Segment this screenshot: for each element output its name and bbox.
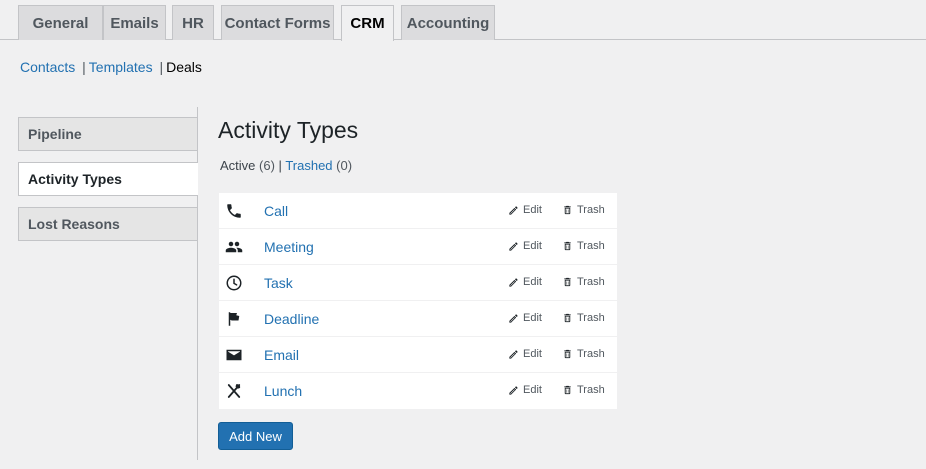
filter-trashed-count: (0)	[336, 158, 353, 173]
flag-icon	[225, 310, 243, 328]
activity-name-link[interactable]: Deadline	[264, 311, 319, 327]
edit-button[interactable]: Edit	[508, 348, 542, 360]
side-item-activity-types[interactable]: Activity Types	[18, 162, 198, 196]
edit-label: Edit	[523, 384, 542, 396]
tab-accounting[interactable]: Accounting	[401, 5, 495, 40]
activity-name-link[interactable]: Meeting	[264, 239, 314, 255]
tab-general[interactable]: General	[18, 5, 103, 40]
activity-name-link[interactable]: Call	[264, 203, 288, 219]
trash-label: Trash	[577, 276, 605, 288]
trash-button[interactable]: Trash	[562, 348, 605, 360]
activity-name-link[interactable]: Email	[264, 347, 299, 363]
utensils-icon	[225, 382, 243, 400]
trash-button[interactable]: Trash	[562, 240, 605, 252]
edit-label: Edit	[523, 312, 542, 324]
list-item: Task Edit Trash	[219, 265, 617, 301]
list-item: Call Edit Trash	[219, 193, 617, 229]
pencil-icon	[509, 313, 518, 323]
trash-button[interactable]: Trash	[562, 312, 605, 324]
trash-icon	[564, 241, 571, 251]
status-filters: Active (6) | Trashed (0)	[220, 158, 352, 173]
filter-trashed-link[interactable]: Trashed	[285, 158, 332, 173]
envelope-icon	[225, 346, 243, 364]
edit-button[interactable]: Edit	[508, 204, 542, 216]
trash-button[interactable]: Trash	[562, 276, 605, 288]
edit-label: Edit	[523, 276, 542, 288]
trash-label: Trash	[577, 312, 605, 324]
subnav-separator: |	[82, 59, 86, 75]
filter-separator: |	[278, 158, 282, 173]
edit-button[interactable]: Edit	[508, 276, 542, 288]
trash-icon	[564, 205, 571, 215]
trash-button[interactable]: Trash	[562, 384, 605, 396]
trash-label: Trash	[577, 384, 605, 396]
pencil-icon	[509, 277, 518, 287]
crm-subnav: Contacts | Templates | Deals	[20, 59, 202, 75]
pencil-icon	[509, 241, 518, 251]
subnav-templates-link[interactable]: Templates	[89, 59, 153, 75]
trash-button[interactable]: Trash	[562, 204, 605, 216]
edit-label: Edit	[523, 204, 542, 216]
edit-button[interactable]: Edit	[508, 312, 542, 324]
tab-emails[interactable]: Emails	[103, 5, 166, 40]
activity-types-list: Call Edit Trash Meeting Edit Trash Task	[219, 193, 617, 409]
filter-active-count: (6)	[259, 158, 275, 173]
tab-crm[interactable]: CRM	[341, 5, 394, 41]
subnav-deals-current[interactable]: Deals	[166, 59, 202, 75]
phone-icon	[225, 202, 243, 220]
clock-icon	[225, 274, 243, 292]
activity-name-link[interactable]: Task	[264, 275, 293, 291]
page-title: Activity Types	[218, 117, 359, 143]
subnav-separator: |	[159, 59, 164, 75]
list-item: Email Edit Trash	[219, 337, 617, 373]
trash-label: Trash	[577, 240, 605, 252]
tab-hr[interactable]: HR	[172, 5, 214, 40]
trash-icon	[564, 385, 571, 395]
edit-label: Edit	[523, 240, 542, 252]
trash-label: Trash	[577, 204, 605, 216]
edit-button[interactable]: Edit	[508, 384, 542, 396]
pencil-icon	[509, 205, 518, 215]
side-item-lost-reasons[interactable]: Lost Reasons	[18, 207, 198, 241]
side-item-pipeline[interactable]: Pipeline	[18, 117, 198, 151]
pencil-icon	[509, 385, 518, 395]
settings-tabs: General Emails HR Contact Forms CRM Acco…	[0, 0, 926, 41]
pencil-icon	[509, 349, 518, 359]
people-icon	[225, 238, 243, 256]
filter-active[interactable]: Active	[220, 158, 255, 173]
edit-label: Edit	[523, 348, 542, 360]
list-item: Meeting Edit Trash	[219, 229, 617, 265]
subnav-contacts-link[interactable]: Contacts	[20, 59, 75, 75]
list-item: Lunch Edit Trash	[219, 373, 617, 409]
trash-icon	[564, 313, 571, 323]
edit-button[interactable]: Edit	[508, 240, 542, 252]
tab-contact-forms[interactable]: Contact Forms	[221, 5, 334, 40]
add-new-button[interactable]: Add New	[218, 422, 293, 450]
trash-label: Trash	[577, 348, 605, 360]
deals-side-menu: Pipeline Activity Types Lost Reasons	[18, 107, 198, 460]
activity-name-link[interactable]: Lunch	[264, 383, 302, 399]
trash-icon	[564, 349, 571, 359]
trash-icon	[564, 277, 571, 287]
list-item: Deadline Edit Trash	[219, 301, 617, 337]
